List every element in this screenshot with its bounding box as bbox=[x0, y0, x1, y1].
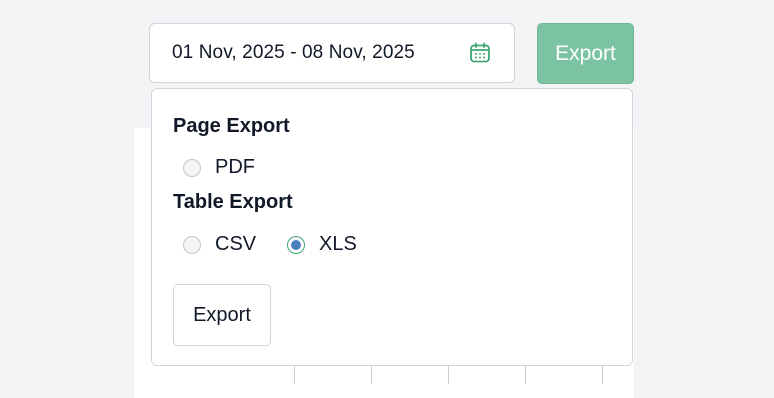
pdf-radio[interactable] bbox=[183, 158, 201, 177]
date-range-picker[interactable]: 01 Nov, 2025 - 08 Nov, 2025 bbox=[149, 23, 515, 83]
export-dropdown: Page Export PDF Table Export CSV XLS Exp… bbox=[151, 88, 633, 366]
export-submit-button[interactable]: Export bbox=[173, 284, 271, 346]
xls-radio[interactable] bbox=[287, 235, 305, 254]
date-range-value: 01 Nov, 2025 - 08 Nov, 2025 bbox=[172, 42, 415, 63]
chart-gridline bbox=[371, 366, 372, 384]
table-export-title: Table Export bbox=[173, 191, 293, 213]
export-toggle-button[interactable]: Export bbox=[537, 23, 634, 84]
calendar-icon[interactable] bbox=[468, 41, 492, 65]
chart-gridline bbox=[602, 366, 603, 384]
chart-gridline bbox=[448, 366, 449, 384]
xls-label: XLS bbox=[319, 233, 357, 255]
pdf-label: PDF bbox=[215, 156, 255, 178]
csv-radio[interactable] bbox=[183, 235, 201, 254]
table-export-option-xls[interactable]: XLS bbox=[287, 233, 357, 256]
chart-gridline bbox=[525, 366, 526, 384]
page-export-option-pdf[interactable]: PDF bbox=[183, 156, 255, 179]
csv-label: CSV bbox=[215, 233, 257, 255]
page-export-title: Page Export bbox=[173, 115, 290, 137]
table-export-option-csv[interactable]: CSV bbox=[183, 233, 256, 256]
chart-gridline bbox=[294, 366, 295, 384]
